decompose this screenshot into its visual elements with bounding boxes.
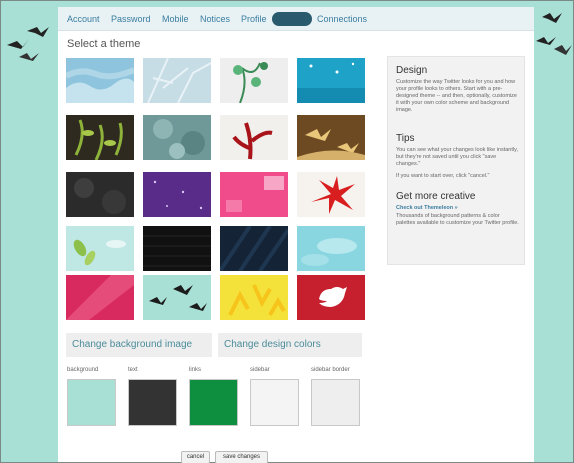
swatch-background[interactable] [67, 379, 116, 426]
swatch-label-sidebar-border: sidebar border [311, 367, 350, 373]
theme-pink-diagonal[interactable] [66, 275, 134, 320]
tips-start-over: If you want to start over, click "cancel… [396, 173, 490, 179]
tips-description: You can see what your changes look like … [396, 147, 518, 167]
theme-brown-birds[interactable] [297, 115, 365, 160]
tab-mobile[interactable]: Mobile [162, 12, 189, 26]
design-heading: Design [396, 65, 428, 76]
theme-flying-birds[interactable] [143, 275, 211, 320]
tab-connections[interactable]: Connections [317, 12, 367, 26]
tab-notices[interactable]: Notices [200, 12, 230, 26]
tab-password[interactable]: Password [111, 12, 151, 26]
change-background-image-button[interactable]: Change background image [66, 333, 212, 357]
creative-heading: Get more creative [396, 191, 476, 202]
swatch-label-text: text [128, 367, 138, 373]
swatch-label-sidebar: sidebar [250, 367, 270, 373]
swatch-label-background: background [67, 367, 99, 373]
theme-red-twitter-bird[interactable] [297, 275, 365, 320]
right-birds-decoration [536, 13, 572, 55]
tab-design[interactable]: Design [272, 12, 313, 26]
design-sidebar: Design Customize the way Twitter looks f… [387, 56, 525, 265]
theme-green-leaves-dark[interactable] [66, 115, 134, 160]
cancel-button[interactable]: cancel [181, 451, 210, 463]
theme-blue-stars[interactable] [297, 58, 365, 103]
tab-account[interactable]: Account [67, 12, 100, 26]
theme-red-flower[interactable] [297, 172, 365, 217]
theme-black-pattern[interactable] [143, 226, 211, 271]
theme-sky-clouds[interactable] [66, 58, 134, 103]
swatch-links[interactable] [189, 379, 238, 426]
theme-leaves-clouds[interactable] [66, 226, 134, 271]
swatch-text[interactable] [128, 379, 177, 426]
tab-profile[interactable]: Profile [241, 12, 267, 26]
swatch-label-links: links [189, 367, 202, 373]
theme-frosted-branches[interactable] [143, 58, 211, 103]
change-design-colors-button[interactable]: Change design colors [218, 333, 362, 357]
left-birds-decoration [7, 27, 49, 61]
design-description: Customize the way Twitter looks for you … [396, 79, 517, 113]
theme-teal-foliage[interactable] [143, 115, 211, 160]
page-title: Select a theme [67, 38, 141, 50]
theme-yellow-leaves[interactable] [220, 275, 288, 320]
creative-description: Thousands of background patterns & color… [396, 213, 519, 226]
settings-nav: Account Password Mobile Notices Profile … [58, 7, 534, 31]
theme-green-vines[interactable] [220, 58, 288, 103]
tips-heading: Tips [396, 133, 415, 144]
theme-dark-floral[interactable] [66, 172, 134, 217]
theme-background: Account Password Mobile Notices Profile … [0, 0, 574, 463]
themeleon-link[interactable]: Check out Themeleon » [396, 205, 458, 211]
theme-purple-stars[interactable] [143, 172, 211, 217]
theme-light-teal-clouds[interactable] [297, 226, 365, 271]
save-changes-button[interactable]: save changes [215, 451, 268, 463]
swatch-sidebar[interactable] [250, 379, 299, 426]
theme-dark-navy-stripes[interactable] [220, 226, 288, 271]
swatch-sidebar-border[interactable] [311, 379, 360, 426]
theme-red-leaves[interactable] [220, 115, 288, 160]
theme-pink-squares[interactable] [220, 172, 288, 217]
